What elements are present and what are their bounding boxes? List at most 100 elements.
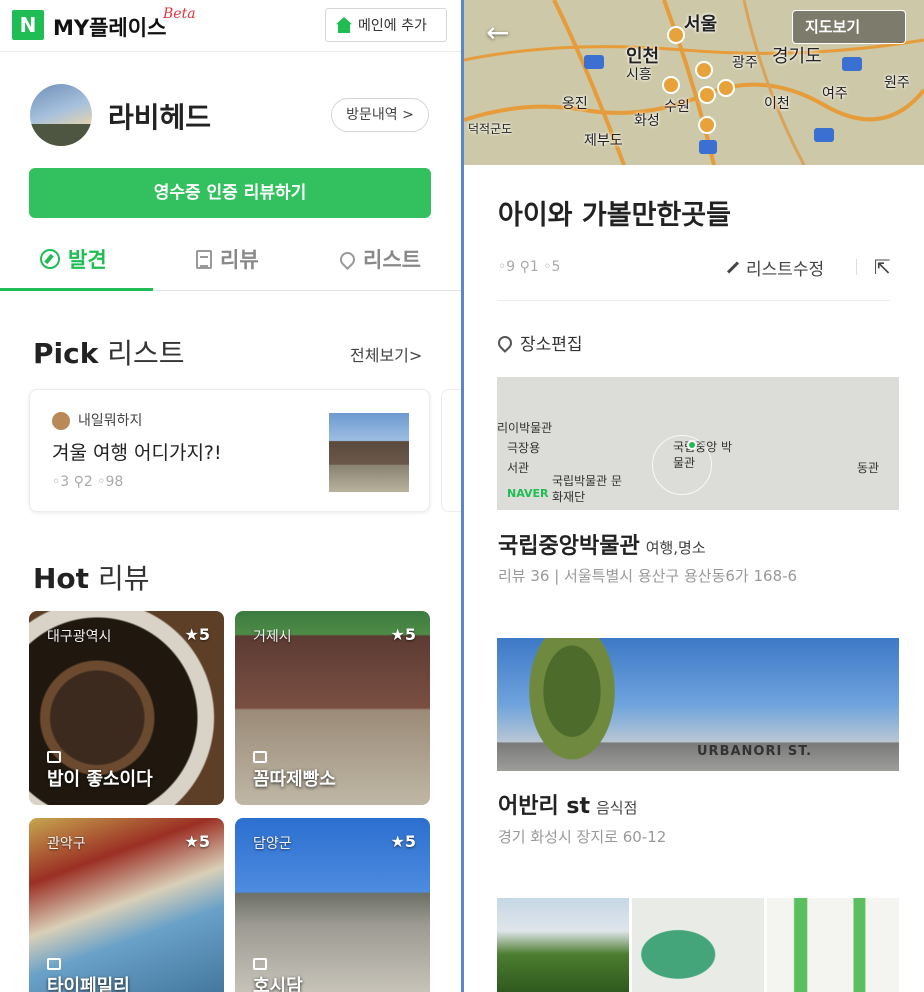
pick-thumbnail <box>329 413 409 492</box>
multi-photo-icon <box>47 751 61 763</box>
view-map-button[interactable]: 지도보기 <box>792 10 906 44</box>
place-info: 경기 화성시 장지로 60-12 <box>498 828 667 846</box>
map-label-gwangju: 광주 <box>732 55 758 71</box>
tab-bar: 발견 리뷰 리스트 <box>0 232 461 291</box>
next-pick-card[interactable] <box>441 389 461 512</box>
heading-light: 리뷰 <box>89 562 150 595</box>
pick-author: 내일뭐하지 <box>78 413 143 429</box>
place-photo <box>497 898 629 992</box>
tab-discover[interactable]: 발견 <box>40 244 107 274</box>
separator <box>856 259 857 275</box>
tile-rating: ★5 <box>390 832 416 851</box>
author-avatar <box>52 412 70 430</box>
tab-label: 발견 <box>68 248 107 272</box>
active-tab-indicator <box>0 288 153 291</box>
visit-history-button[interactable]: 방문내역 > <box>331 98 429 132</box>
map-poi-label: 국립박물관 문화재단 <box>552 474 623 504</box>
screen-root: N MY플레이스 Beta 메인에 추가 라비헤드 방문내역 > 영수증 인증 … <box>0 0 924 992</box>
tile-region: 대구광역시 <box>47 629 112 645</box>
edit-list-button[interactable]: 리스트수정 <box>726 255 824 280</box>
hot-review-tile[interactable]: 거제시 ★5 꼼따제빵소 <box>235 611 430 805</box>
map-poi-label: 리이박물관 <box>497 421 553 435</box>
tile-rating: ★5 <box>390 625 416 644</box>
building-sign: URBANORI ST. <box>697 744 813 759</box>
location-pin-icon <box>336 248 359 270</box>
map-label-suwon: 수원 <box>664 99 690 115</box>
tile-name: 꼼따제빵소 <box>253 769 336 790</box>
map-label-jebudo: 제부도 <box>584 133 623 149</box>
place-title[interactable]: 어반리 st 음식점 <box>498 788 637 820</box>
multi-photo-icon <box>253 958 267 970</box>
map-label-siheung: 시흥 <box>626 67 652 83</box>
hot-review-heading: Hot 리뷰 <box>33 557 149 597</box>
add-to-main-label: 메인에 추가 <box>358 18 427 34</box>
hot-review-tile[interactable]: 담양군 ★5 호시담 <box>235 818 430 992</box>
place-photo <box>767 898 899 992</box>
map-label-wonju: 원주 <box>884 75 910 91</box>
naver-logo[interactable]: N <box>12 10 44 40</box>
see-all-link[interactable]: 전체보기> <box>350 342 422 366</box>
tile-name: 밥이 좋소이다 <box>47 769 153 790</box>
map-label-hwaseong: 화성 <box>634 113 660 129</box>
place-name: 국립중앙박물관 <box>498 534 640 559</box>
user-name: 라비헤드 <box>108 101 212 134</box>
map-label-yeoju: 여주 <box>822 86 848 102</box>
place-title[interactable]: 국립중앙박물관 여행,명소 <box>498 528 706 560</box>
place-name: 어반리 st <box>498 794 590 819</box>
home-icon <box>336 17 352 33</box>
tile-region: 담양군 <box>253 836 292 852</box>
tile-rating: ★5 <box>184 832 210 851</box>
edit-places-button[interactable]: 장소편집 <box>495 330 583 355</box>
map-label-seoul: 서울 <box>684 14 718 35</box>
pick-list-heading: Pick 리스트 <box>33 332 185 372</box>
pick-list-card[interactable]: 내일뭐하지 겨울 여행 어디가지?! ◦3 ⚲2 ◦98 <box>29 389 430 512</box>
place-photo-strip[interactable] <box>497 898 899 992</box>
receipt-review-button[interactable]: 영수증 인증 리뷰하기 <box>29 168 431 218</box>
back-arrow-icon[interactable]: ← <box>486 16 509 49</box>
tab-label: 리스트 <box>363 248 421 272</box>
place-photo[interactable]: URBANORI ST. <box>497 638 899 771</box>
pin-gear-icon <box>495 332 515 353</box>
edit-places-label: 장소편집 <box>520 335 583 355</box>
hot-review-tile[interactable]: 관악구 ★5 타이페밀리 <box>29 818 224 992</box>
place-map-thumbnail[interactable]: 리이박물관 극장용 서관 국립중앙 박물관 국립박물관 문화재단 동관 NAVE… <box>497 377 899 510</box>
tab-review[interactable]: 리뷰 <box>196 244 259 274</box>
map-poi-label: 서관 <box>507 461 530 475</box>
tab-label: 리뷰 <box>220 248 259 272</box>
hot-review-tile[interactable]: 대구광역시 ★5 밥이 좋소이다 <box>29 611 224 805</box>
list-stats: ◦9 ⚲1 ◦5 <box>498 259 561 275</box>
tab-list[interactable]: 리스트 <box>336 244 421 274</box>
map-label-gyeonggi: 경기도 <box>772 46 822 67</box>
list-map-hero[interactable]: 서울 인천 경기도 광주 시흥 수원 화성 이천 여주 원주 옹진 제부도 덕적… <box>464 0 924 165</box>
tile-region: 거제시 <box>253 629 292 645</box>
map-label-deokjeok: 덕적군도 <box>468 122 513 136</box>
tile-region: 관악구 <box>47 836 86 852</box>
list-title: 아이와 가볼만한곳들 <box>498 200 731 231</box>
add-to-main-button[interactable]: 메인에 추가 <box>325 8 447 42</box>
tile-name: 타이페밀리 <box>47 976 130 992</box>
heading-light: 리스트 <box>98 337 185 370</box>
tree-image <box>522 638 622 771</box>
place-category: 음식점 <box>596 799 638 817</box>
naver-watermark: NAVER <box>507 487 549 500</box>
my-place-panel: N MY플레이스 Beta 메인에 추가 라비헤드 방문내역 > 영수증 인증 … <box>0 0 461 992</box>
place-photo <box>632 898 764 992</box>
multi-photo-icon <box>47 958 61 970</box>
place-category: 여행,명소 <box>645 539 706 557</box>
place-info: 리뷰 36 | 서울특별시 용산구 용산동6가 168-6 <box>498 567 798 585</box>
list-detail-panel: 서울 인천 경기도 광주 시흥 수원 화성 이천 여주 원주 옹진 제부도 덕적… <box>464 0 924 992</box>
map-poi-label: 동관 <box>857 461 880 475</box>
share-icon[interactable]: ⇱ <box>874 255 891 279</box>
avatar[interactable] <box>30 84 92 146</box>
heading-bold: Hot <box>33 562 90 595</box>
multi-photo-icon <box>253 751 267 763</box>
document-icon <box>196 249 212 269</box>
map-poi-label: 극장용 <box>507 441 541 455</box>
map-marker-icon <box>687 440 697 450</box>
compass-icon <box>40 249 60 269</box>
heading-bold: Pick <box>33 337 99 370</box>
pick-stats: ◦3 ⚲2 ◦98 <box>52 474 124 490</box>
map-label-icheon: 이천 <box>764 96 790 112</box>
app-title: MY플레이스 <box>53 16 167 40</box>
map-label-ongjin: 옹진 <box>562 96 588 112</box>
